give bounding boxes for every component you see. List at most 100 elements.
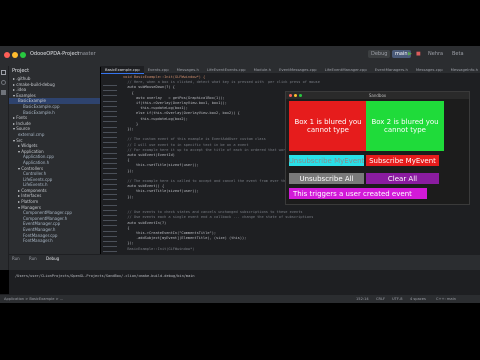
editor-tab[interactable]: BasicExample.cpp: [101, 66, 144, 74]
bottom-tab-run[interactable]: Run: [12, 256, 20, 261]
clear-all-button[interactable]: Clear All: [366, 173, 439, 184]
line-number-marker: [103, 142, 117, 144]
code-line: this->CreateEventIn("CommentsTitle");: [123, 231, 217, 235]
tree-file-item[interactable]: FontManager.h: [9, 238, 100, 244]
editor-tab[interactable]: LifeEventManager.cpp: [321, 66, 371, 73]
code-line: {: [123, 90, 134, 95]
project-name[interactable]: OdooeOPDA-Project: [30, 51, 79, 57]
run-icon[interactable]: ▶: [408, 51, 412, 57]
code-line: BasicExample::Init(GLFWwindow*): [123, 246, 195, 251]
line-number-marker: [103, 246, 117, 248]
code-line: // Use events to check states and cancel…: [123, 210, 303, 215]
line-number-marker: [103, 168, 117, 170]
structure-icon[interactable]: [1, 90, 6, 95]
editor-tab[interactable]: MessageInfo.h: [447, 66, 480, 73]
status-context[interactable]: C++: main: [436, 297, 456, 301]
commit-icon[interactable]: [1, 80, 6, 85]
stop-icon[interactable]: ■: [416, 51, 421, 57]
branch-selector[interactable]: master: [78, 51, 96, 57]
unsubscribe-all-button[interactable]: Unsubscribe All: [289, 173, 364, 184]
box-1[interactable]: Box 1 is blured you cannot type: [289, 101, 367, 151]
line-number-marker: [103, 173, 117, 175]
line-number-marker: [103, 121, 117, 123]
code-line: {: [123, 225, 130, 230]
line-number-marker: [103, 194, 117, 196]
code-line: // For example here it up to accept the …: [123, 147, 288, 152]
code-line: {: [123, 158, 130, 163]
editor-tab[interactable]: Messages.h: [173, 66, 203, 73]
folder-icon[interactable]: [1, 70, 6, 75]
status-line-ending[interactable]: CRLF: [376, 297, 385, 301]
box-2[interactable]: Box 2 is blured you cannot type: [366, 101, 444, 151]
code-line: });: [123, 168, 134, 173]
console-path: /Users/user/CLionProjects/OpenGL-Project…: [15, 274, 195, 278]
editor-tab[interactable]: LifeEventEvents.cpp: [203, 66, 250, 73]
app-title-bar: Sandbox: [286, 92, 469, 99]
run-console[interactable]: /Users/user/CLionProjects/OpenGL-Project…: [9, 270, 480, 294]
line-number-marker: [103, 235, 117, 237]
code-line: });: [123, 127, 134, 131]
editor-tab[interactable]: EventMessages.cpp: [275, 66, 321, 73]
line-number-marker: [103, 85, 117, 86]
status-breadcrumb[interactable]: Application > BasicExample > ...: [4, 297, 63, 301]
user-menu[interactable]: Nehra: [428, 51, 443, 57]
code-line: void BasicExample::Init(GLFWwindow*) {: [123, 75, 206, 79]
code-line: // Use events each a single event end a …: [123, 215, 314, 220]
box-1-label: Box 1 is blured you cannot type: [294, 117, 362, 134]
bottom-tab-debug[interactable]: Debug: [46, 256, 59, 261]
line-number-marker: [103, 183, 117, 185]
code-line: // I will use event to in specific text …: [123, 142, 249, 147]
bottom-tab-run-2[interactable]: Run: [29, 256, 37, 261]
line-number-marker: [103, 163, 117, 164]
line-number-marker: [103, 111, 117, 112]
code-line: auto subEvent() {: [123, 184, 165, 189]
line-number-marker: [103, 225, 117, 227]
code-line: });: [123, 241, 134, 246]
subscribe-myevent-button[interactable]: Subscribe MyEvent: [366, 155, 439, 166]
close-window-icon[interactable]: [4, 52, 10, 58]
line-number-marker: [103, 126, 117, 128]
tool-window-strip: [0, 66, 9, 270]
status-position[interactable]: 152:14: [356, 297, 369, 301]
project-panel: Project ▸ .github ▸ cmake-build-debug ▸ .i…: [9, 66, 100, 254]
debug-config[interactable]: Debug: [368, 50, 391, 58]
line-number-marker: [103, 241, 117, 242]
editor-tab[interactable]: EventManagers.h: [371, 66, 412, 73]
line-number-marker: [103, 137, 117, 138]
code-line: }: [123, 121, 139, 126]
project-panel-title: Project: [12, 68, 30, 74]
line-number-marker: [103, 209, 117, 211]
beta-label: Beta: [452, 51, 464, 57]
line-number-marker: [103, 147, 117, 149]
title-bar: OdooeOPDA-Project master Debug main ▶ ■ …: [0, 46, 480, 67]
code-line: auto subEventIn(?): [123, 220, 167, 225]
code-line: // The custom event of this example is E…: [123, 137, 266, 142]
editor-tab[interactable]: Module.h: [250, 66, 275, 73]
bottom-tool-bar: Run Run Debug: [9, 254, 480, 271]
line-gutter: [101, 74, 121, 254]
line-number-marker: [103, 157, 117, 159]
line-number-marker: [103, 152, 117, 154]
trigger-user-event-button[interactable]: This triggers a user created event: [289, 188, 427, 199]
code-line: this->setTitle(sizeof(user));: [123, 163, 199, 168]
editor-tab[interactable]: Messages.cpp: [412, 66, 447, 73]
editor-tabs: BasicExample.cpp Events.cpp Messages.h Life…: [101, 66, 480, 74]
status-indent[interactable]: 4 spaces: [410, 297, 426, 301]
project-tree: ▸ .github ▸ cmake-build-debug ▸ .idea ▾ Exa…: [9, 76, 100, 244]
line-number-marker: [103, 100, 117, 102]
code-line: this->updateLog(box2);: [123, 116, 188, 121]
line-number-marker: [103, 95, 117, 97]
editor-tab[interactable]: Events.cpp: [144, 66, 173, 73]
unsubscribe-myevent-button[interactable]: Unsubscribe MyEvent: [289, 155, 364, 166]
code-line: this->updateLog(box1);: [123, 106, 188, 111]
sandbox-app-window: Sandbox Box 1 is blured you cannot type …: [285, 91, 470, 205]
line-number-marker: [103, 199, 117, 201]
maximize-window-icon[interactable]: [20, 52, 26, 58]
code-line: // Here, when a box is clicked, detect w…: [123, 80, 320, 85]
status-bar: Application > BasicExample > ... 152:14 …: [0, 294, 480, 303]
code-line: auto overlay = getPos(GraphicalBox(1));: [123, 95, 225, 100]
line-number-marker: [103, 215, 117, 216]
status-encoding[interactable]: UTF-8: [392, 297, 402, 301]
code-line: .addSubject[myEvent](ElementTitle), (siz…: [123, 236, 247, 241]
minimize-window-icon[interactable]: [12, 52, 18, 58]
